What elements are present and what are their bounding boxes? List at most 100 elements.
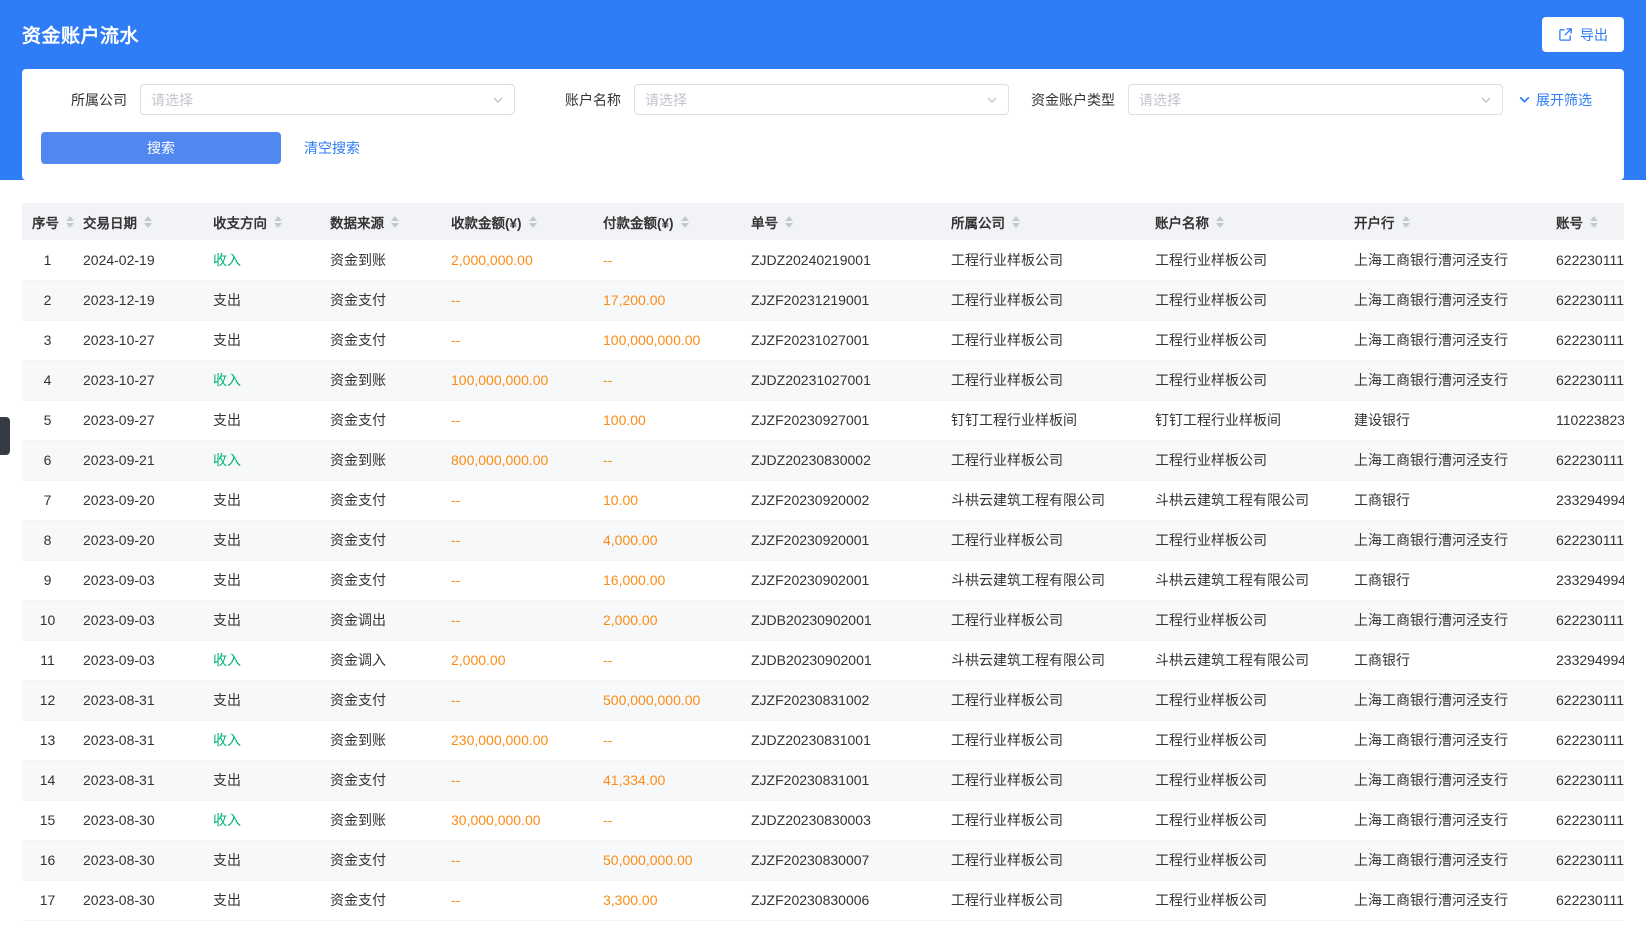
column-header-order-no[interactable]: 单号: [741, 203, 941, 240]
column-header-company[interactable]: 所属公司: [941, 203, 1145, 240]
table-row[interactable]: 132023-08-31收入资金到账230,000,000.00--ZJDZ20…: [22, 720, 1624, 760]
cell-payment-amount: 10.00: [593, 480, 741, 520]
cell-data-source: 资金支付: [320, 560, 441, 600]
cell-direction: 支出: [203, 880, 320, 920]
column-label: 账号: [1556, 212, 1583, 232]
cell-account-name: 工程行业样板公司: [1145, 680, 1344, 720]
table-row[interactable]: 52023-09-27支出资金支付--100.00ZJZF20230927001…: [22, 400, 1624, 440]
sort-icon[interactable]: [529, 216, 537, 228]
column-header-receipt-amount[interactable]: 收款金额(¥): [441, 203, 593, 240]
table-row[interactable]: 82023-09-20支出资金支付--4,000.00ZJZF202309200…: [22, 520, 1624, 560]
cell-payment-amount: 50,000,000.00: [593, 840, 741, 880]
clear-search-link[interactable]: 清空搜索: [304, 138, 360, 158]
sort-icon[interactable]: [144, 216, 152, 228]
cell-account-number: 233294994: [1546, 480, 1624, 520]
export-icon: [1558, 27, 1573, 42]
column-label: 收款金额(¥): [451, 212, 522, 232]
filter-row: 所属公司 请选择 账户名称 请选择 资金账户类型: [41, 84, 1605, 115]
cell-payment-amount: 4,000.00: [593, 520, 741, 560]
sort-icon[interactable]: [1590, 216, 1598, 228]
account-type-select-placeholder: 请选择: [1139, 90, 1181, 110]
cell-company: 工程行业样板公司: [941, 680, 1145, 720]
cell-direction: 收入: [203, 800, 320, 840]
cell-data-source: 资金到账: [320, 440, 441, 480]
sort-icon[interactable]: [1402, 216, 1410, 228]
cell-date: 2023-09-03: [73, 640, 203, 680]
cell-receipt-amount: 30,000,000.00: [441, 800, 593, 840]
table-row[interactable]: 92023-09-03支出资金支付--16,000.00ZJZF20230902…: [22, 560, 1624, 600]
cell-account-number: 622230111: [1546, 520, 1624, 560]
table-row[interactable]: 122023-08-31支出资金支付--500,000,000.00ZJZF20…: [22, 680, 1624, 720]
cell-order-no: ZJZF20230920001: [741, 520, 941, 560]
column-label: 所属公司: [951, 212, 1005, 232]
table-row[interactable]: 42023-10-27收入资金到账100,000,000.00--ZJDZ202…: [22, 360, 1624, 400]
expand-filters-link[interactable]: 展开筛选: [1518, 90, 1592, 110]
account-name-filter-label: 账户名称: [565, 90, 621, 110]
column-header-payment-amount[interactable]: 付款金额(¥): [593, 203, 741, 240]
cell-company: 工程行业样板公司: [941, 840, 1145, 880]
cell-data-source: 资金到账: [320, 240, 441, 280]
account-type-select[interactable]: 请选择: [1128, 84, 1503, 115]
cell-receipt-amount: --: [441, 760, 593, 800]
expand-filters-label: 展开筛选: [1536, 90, 1592, 110]
side-drawer-handle[interactable]: [0, 417, 10, 455]
cell-order-no: ZJZF20231027001: [741, 320, 941, 360]
column-header-date[interactable]: 交易日期: [73, 203, 203, 240]
sort-icon[interactable]: [391, 216, 399, 228]
table-row[interactable]: 142023-08-31支出资金支付--41,334.00ZJZF2023083…: [22, 760, 1624, 800]
cell-account-number: 622230111: [1546, 720, 1624, 760]
cell-payment-amount: 100,000,000.00: [593, 320, 741, 360]
cell-account-name: 工程行业样板公司: [1145, 280, 1344, 320]
account-name-select[interactable]: 请选择: [634, 84, 1009, 115]
cell-account-name: 工程行业样板公司: [1145, 800, 1344, 840]
cell-payment-amount: 3,300.00: [593, 880, 741, 920]
column-header-data-source[interactable]: 数据来源: [320, 203, 441, 240]
table-row[interactable]: 152023-08-30收入资金到账30,000,000.00--ZJDZ202…: [22, 800, 1624, 840]
cell-payment-amount: --: [593, 720, 741, 760]
export-button[interactable]: 导出: [1542, 17, 1624, 52]
column-header-index[interactable]: 序号: [22, 203, 73, 240]
cell-index: 10: [22, 600, 73, 640]
table-row[interactable]: 162023-08-30支出资金支付--50,000,000.00ZJZF202…: [22, 840, 1624, 880]
cell-data-source: 资金支付: [320, 520, 441, 560]
cell-data-source: 资金支付: [320, 400, 441, 440]
column-header-account-number[interactable]: 账号: [1546, 203, 1624, 240]
cell-data-source: 资金支付: [320, 480, 441, 520]
table-row[interactable]: 102023-09-03支出资金调出--2,000.00ZJDB20230902…: [22, 600, 1624, 640]
cell-date: 2023-08-31: [73, 720, 203, 760]
cell-bank: 上海工商银行漕河泾支行: [1344, 880, 1546, 920]
table-row[interactable]: 172023-08-30支出资金支付--3,300.00ZJZF20230830…: [22, 880, 1624, 920]
sort-icon[interactable]: [1216, 216, 1224, 228]
sort-icon[interactable]: [1012, 216, 1020, 228]
cell-direction: 支出: [203, 400, 320, 440]
company-filter-label: 所属公司: [71, 90, 127, 110]
cell-date: 2023-08-31: [73, 680, 203, 720]
page-header: 资金账户流水 导出: [22, 0, 1624, 69]
search-button[interactable]: 搜索: [41, 132, 281, 164]
company-select-placeholder: 请选择: [151, 90, 193, 110]
column-header-account-name[interactable]: 账户名称: [1145, 203, 1344, 240]
cell-index: 2: [22, 280, 73, 320]
cell-account-number: 622230111: [1546, 440, 1624, 480]
cell-receipt-amount: 100,000,000.00: [441, 360, 593, 400]
cell-receipt-amount: --: [441, 320, 593, 360]
sort-icon[interactable]: [66, 216, 74, 228]
sort-icon[interactable]: [785, 216, 793, 228]
table-row[interactable]: 32023-10-27支出资金支付--100,000,000.00ZJZF202…: [22, 320, 1624, 360]
sort-icon[interactable]: [681, 216, 689, 228]
cell-data-source: 资金支付: [320, 280, 441, 320]
company-select[interactable]: 请选择: [140, 84, 515, 115]
table-row[interactable]: 12024-02-19收入资金到账2,000,000.00--ZJDZ20240…: [22, 240, 1624, 280]
table-row[interactable]: 62023-09-21收入资金到账800,000,000.00--ZJDZ202…: [22, 440, 1624, 480]
cell-bank: 上海工商银行漕河泾支行: [1344, 280, 1546, 320]
cell-payment-amount: 17,200.00: [593, 280, 741, 320]
table-row[interactable]: 112023-09-03收入资金调入2,000.00--ZJDB20230902…: [22, 640, 1624, 680]
cell-direction: 支出: [203, 600, 320, 640]
sort-icon[interactable]: [274, 216, 282, 228]
cell-date: 2023-10-27: [73, 320, 203, 360]
cell-receipt-amount: 230,000,000.00: [441, 720, 593, 760]
column-header-bank[interactable]: 开户行: [1344, 203, 1546, 240]
table-row[interactable]: 22023-12-19支出资金支付--17,200.00ZJZF20231219…: [22, 280, 1624, 320]
table-row[interactable]: 72023-09-20支出资金支付--10.00ZJZF20230920002斗…: [22, 480, 1624, 520]
column-header-direction[interactable]: 收支方向: [203, 203, 320, 240]
